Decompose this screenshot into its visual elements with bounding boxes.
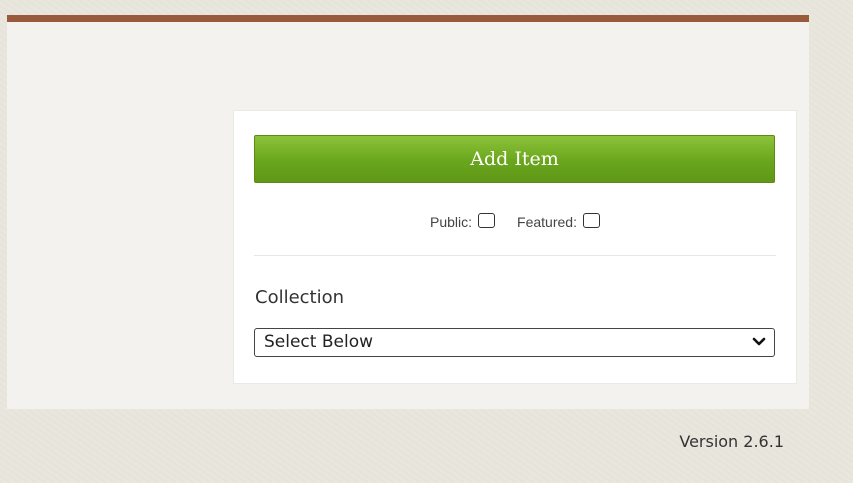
chevron-down-icon [752,337,766,346]
featured-label: Featured: [517,214,577,231]
public-checkbox[interactable] [478,212,496,228]
featured-checkbox[interactable] [582,212,600,228]
collection-label: Collection [255,287,345,308]
add-item-button[interactable]: Add Item [254,135,775,183]
top-accent-rule [7,15,809,22]
version-label: Version 2.6.1 [679,432,784,451]
save-panel: Add Item Public: Featured: Collection Sel… [234,111,796,383]
divider [254,255,776,256]
collection-select-value: Select Below [264,332,373,352]
content-panel: Add Item Public: Featured: Collection Sel… [7,15,809,409]
visibility-flags: Public: Featured: [234,209,796,233]
collection-select[interactable]: Select Below [254,328,775,357]
public-label: Public: [430,214,473,231]
